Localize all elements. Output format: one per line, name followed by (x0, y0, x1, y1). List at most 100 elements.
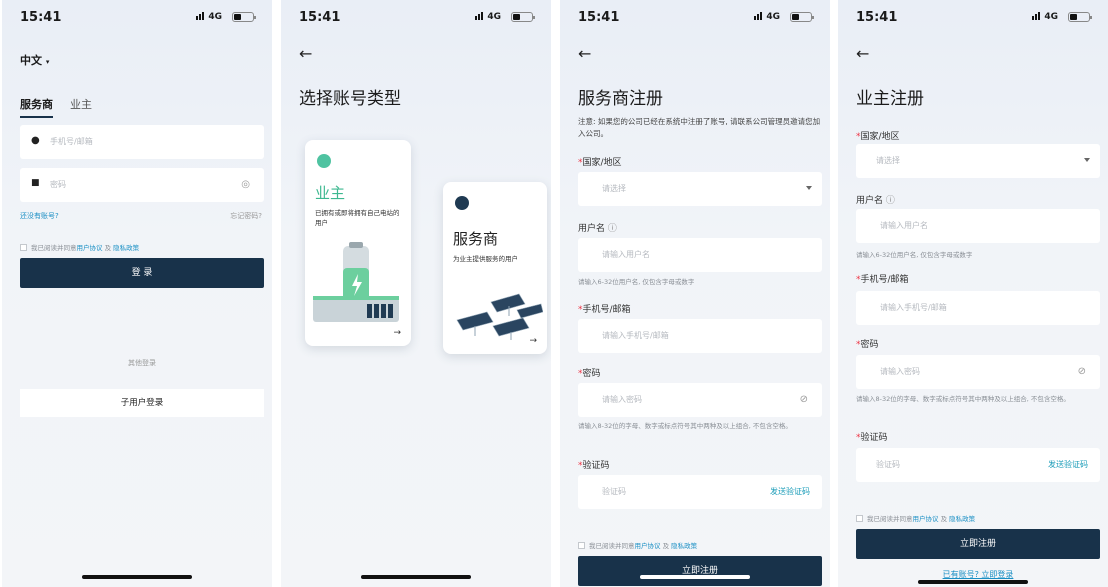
password-label: *密码 (856, 340, 879, 350)
language-selector[interactable]: 中文 ▾ (20, 52, 49, 68)
register-button[interactable]: 立即注册 (856, 529, 1100, 559)
send-code-button[interactable]: 发送验证码 (770, 486, 810, 497)
provider-card-title: 服务商 (453, 230, 499, 248)
status-bar: 15:41 4G (856, 8, 1094, 28)
eye-off-icon[interactable]: ⊘ (800, 394, 808, 405)
page-title: 服务商注册 (578, 89, 663, 109)
password-input[interactable]: 请输入密码 ⊘ (856, 355, 1100, 389)
login-link[interactable]: 已有账号? 立即登录 (856, 569, 1100, 580)
password-input[interactable]: ■ 密码 ◎ (20, 168, 264, 202)
home-indicator (361, 575, 471, 579)
home-indicator (82, 575, 192, 579)
agreement-checkbox[interactable] (856, 515, 863, 522)
signal-indicator: 4G (475, 12, 501, 23)
phone-label: *手机号/邮箱 (856, 275, 909, 285)
page-title: 选择账号类型 (299, 89, 401, 109)
back-arrow-icon[interactable]: ← (578, 44, 591, 63)
verification-code-input[interactable]: 验证码 发送验证码 (856, 448, 1100, 482)
password-label: *密码 (578, 369, 601, 379)
arrow-right-icon: → (393, 328, 401, 338)
provider-icon (455, 196, 469, 210)
phone-email-input[interactable]: ● 手机号/邮箱 (20, 125, 264, 159)
username-hint: 请输入6-32位用户名, 仅包含字母或数字 (578, 278, 695, 286)
home-indicator (918, 580, 1028, 584)
battery-illustration (313, 242, 399, 322)
status-bar: 15:41 4G (299, 8, 537, 28)
username-label: 用户名 ⓘ (856, 196, 895, 206)
agreement-checkbox[interactable] (20, 244, 27, 251)
page-title: 业主注册 (856, 89, 924, 109)
country-label: *国家/地区 (856, 132, 900, 142)
username-input[interactable]: 请输入用户名 (856, 209, 1100, 243)
owner-card-desc: 已拥有或即将拥有自己电站的用户 (315, 209, 400, 227)
user-icon: ● (31, 135, 40, 146)
signal-indicator: 4G (754, 12, 780, 23)
register-link[interactable]: 还没有账号? (20, 211, 59, 221)
status-bar: 15:41 4G (578, 8, 816, 28)
status-bar: 15:41 4G (20, 8, 258, 28)
home-indicator (640, 575, 750, 579)
chevron-down-icon (1084, 158, 1090, 162)
password-input[interactable]: 请输入密码 ⊘ (578, 383, 822, 417)
user-agreement-link[interactable]: 用户协议 (913, 515, 939, 523)
status-time: 15:41 (20, 10, 62, 25)
solar-panel-illustration (456, 293, 543, 340)
phone-label: *手机号/邮箱 (578, 305, 631, 315)
login-button[interactable]: 登 录 (20, 258, 264, 288)
password-hint: 请输入8-32位的字母、数字或标点符号其中两种及以上组合, 不包含空格。 (856, 395, 1070, 403)
provider-card-desc: 为业主提供服务的用户 (453, 255, 518, 263)
username-label: 用户名 ⓘ (578, 224, 617, 234)
chevron-down-icon (806, 186, 812, 190)
battery-icon (511, 12, 535, 22)
tab-owner[interactable]: 业主 (70, 96, 92, 112)
verification-code-input[interactable]: 验证码 发送验证码 (578, 475, 822, 509)
agreement-checkbox[interactable] (578, 542, 585, 549)
code-label: *验证码 (856, 433, 888, 443)
code-label: *验证码 (578, 461, 610, 471)
battery-icon (1068, 12, 1092, 22)
phone-email-input[interactable]: 请输入手机号/邮箱 (856, 291, 1100, 325)
arrow-right-icon: → (529, 336, 537, 346)
provider-card[interactable]: 服务商 为业主提供服务的用户 → (443, 182, 547, 354)
country-label: *国家/地区 (578, 158, 622, 168)
signal-indicator: 4G (196, 12, 222, 23)
eye-icon[interactable]: ◎ (241, 179, 250, 190)
owner-register-screen: 15:41 4G ← 业主注册 *国家/地区 请选择 用户名 ⓘ 请输入用户名 … (838, 0, 1108, 587)
notice-text: 注意: 如果您的公司已经在系统中注册了账号, 请联系公司管理员邀请您加入公司。 (578, 117, 821, 138)
password-hint: 请输入8-32位的字母、数字或标点符号其中两种及以上组合, 不包含空格。 (578, 422, 792, 430)
signal-indicator: 4G (1032, 12, 1058, 23)
privacy-link[interactable]: 隐私政策 (113, 244, 139, 252)
register-button[interactable]: 立即注册 (578, 556, 822, 586)
info-icon[interactable]: ⓘ (608, 224, 617, 234)
account-type-screen: 15:41 4G ← 选择账号类型 业主 已拥有或即将拥有自己电站的用户 → 服… (281, 0, 551, 587)
username-input[interactable]: 请输入用户名 (578, 238, 822, 272)
owner-card[interactable]: 业主 已拥有或即将拥有自己电站的用户 → (305, 140, 411, 346)
tab-provider[interactable]: 服务商 (20, 96, 53, 118)
other-login-divider: 其他登录 (128, 359, 156, 367)
send-code-button[interactable]: 发送验证码 (1048, 459, 1088, 470)
phone-email-input[interactable]: 请输入手机号/邮箱 (578, 319, 822, 353)
country-select[interactable]: 请选择 (578, 172, 822, 206)
user-agreement-link[interactable]: 用户协议 (635, 542, 661, 550)
lock-icon: ■ (31, 178, 40, 188)
chevron-down-icon: ▾ (45, 58, 50, 66)
forgot-password-link[interactable]: 忘记密码? (230, 211, 262, 221)
provider-register-screen: 15:41 4G ← 服务商注册 注意: 如果您的公司已经在系统中注册了账号, … (560, 0, 830, 587)
username-hint: 请输入6-32位用户名, 仅包含字母或数字 (856, 251, 973, 259)
privacy-link[interactable]: 隐私政策 (949, 515, 975, 523)
back-arrow-icon[interactable]: ← (856, 44, 869, 63)
eye-off-icon[interactable]: ⊘ (1078, 366, 1086, 377)
agreement-row: 我已阅读并同意用户协议 及 隐私政策 (20, 242, 139, 252)
sub-user-login-button[interactable]: 子用户登录 (20, 389, 264, 417)
agreement-row: 我已阅读并同意用户协议 及 隐私政策 (856, 513, 975, 523)
battery-icon (790, 12, 814, 22)
back-arrow-icon[interactable]: ← (299, 44, 312, 63)
country-select[interactable]: 请选择 (856, 144, 1100, 178)
battery-icon (232, 12, 256, 22)
user-agreement-link[interactable]: 用户协议 (77, 244, 103, 252)
owner-icon (317, 154, 331, 168)
agreement-row: 我已阅读并同意用户协议 及 隐私政策 (578, 540, 697, 550)
info-icon[interactable]: ⓘ (886, 196, 895, 206)
privacy-link[interactable]: 隐私政策 (671, 542, 697, 550)
login-screen: 15:41 4G 中文 ▾ 服务商 业主 ● 手机号/邮箱 ■ 密码 ◎ 还没有… (2, 0, 272, 587)
